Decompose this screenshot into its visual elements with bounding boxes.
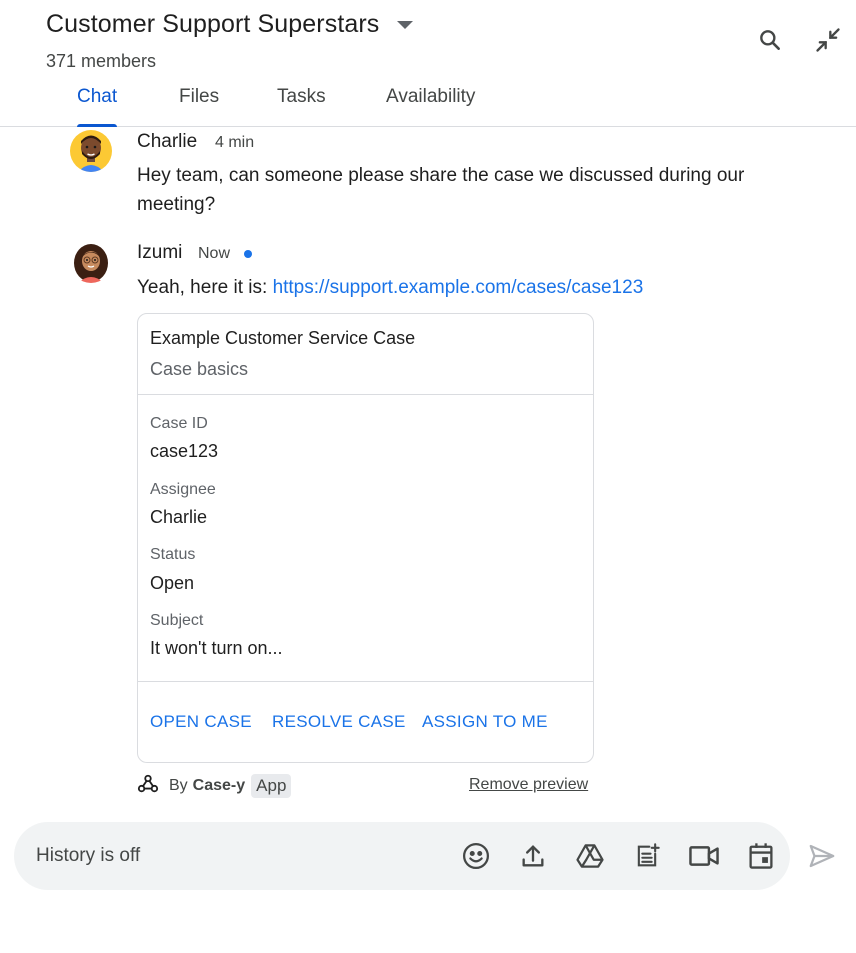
message-text: Yeah, here it is: https://support.exampl… [137, 273, 797, 302]
link-preview-card: Example Customer Service Case Case basic… [137, 313, 594, 763]
tab-label: Availability [386, 86, 476, 107]
room-title-row[interactable]: Customer Support Superstars [46, 10, 414, 39]
video-call-icon[interactable] [687, 839, 721, 873]
card-title: Example Customer Service Case [150, 328, 416, 348]
message-timestamp: 4 min [215, 134, 255, 151]
card-divider [138, 394, 593, 395]
open-case-button[interactable]: OPEN CASE [150, 712, 252, 732]
field-value-assignee: Charlie [150, 507, 208, 527]
app-attribution: By Case-y App [137, 773, 292, 800]
webhook-icon [137, 773, 159, 800]
field-value-case-id: case123 [150, 441, 219, 461]
room-title[interactable]: Customer Support Superstars [46, 10, 379, 39]
collapse-icon[interactable] [812, 24, 844, 56]
message-composer [14, 822, 790, 890]
tab-chat[interactable]: Chat [77, 86, 118, 127]
tab-files[interactable]: Files [179, 86, 219, 127]
field-value-subject: It won't turn on... [150, 638, 283, 658]
new-message-dot-icon [244, 250, 252, 258]
message-text: Hey team, can someone please share the c… [137, 165, 745, 215]
message-input[interactable] [36, 822, 436, 890]
drive-icon[interactable] [573, 839, 607, 873]
calendar-icon[interactable] [744, 839, 778, 873]
avatar[interactable] [70, 241, 112, 283]
tab-label: Chat [77, 86, 118, 107]
resolve-case-button[interactable]: RESOLVE CASE [272, 712, 406, 732]
member-count: 371 members [46, 51, 157, 71]
tab-availability[interactable]: Availability [386, 86, 475, 127]
avatar[interactable] [70, 130, 112, 172]
active-tab-indicator [77, 124, 118, 127]
tab-label: Files [179, 86, 220, 107]
send-icon[interactable] [805, 839, 839, 873]
message-timestamp: Now [198, 245, 231, 262]
search-icon[interactable] [754, 24, 786, 56]
room-header: Customer Support Superstars 371 members … [0, 0, 856, 127]
tab-bar: Chat Files Tasks Availability [0, 86, 856, 127]
message-text-prefix: Yeah, here it is: [137, 277, 273, 298]
upload-icon[interactable] [516, 839, 550, 873]
card-subtitle: Case basics [150, 359, 249, 379]
case-link[interactable]: https://support.example.com/cases/case12… [273, 277, 644, 298]
sender-name[interactable]: Izumi [137, 242, 182, 264]
field-label-status: Status [150, 546, 196, 563]
sender-name[interactable]: Charlie [137, 131, 197, 153]
attribution-by: By [169, 777, 188, 794]
field-value-status: Open [150, 573, 195, 593]
tab-label: Tasks [277, 86, 326, 107]
assign-to-me-button[interactable]: ASSIGN TO ME [422, 712, 548, 732]
field-label-assignee: Assignee [150, 481, 216, 498]
app-name[interactable]: Case-y [193, 777, 245, 795]
add-doc-icon[interactable] [630, 839, 664, 873]
field-label-subject: Subject [150, 612, 204, 629]
app-badge: App [251, 774, 292, 798]
remove-preview-link[interactable]: Remove preview [469, 776, 588, 794]
dropdown-caret-icon[interactable] [397, 20, 414, 29]
emoji-icon[interactable] [459, 839, 493, 873]
tab-tasks[interactable]: Tasks [277, 86, 326, 127]
field-label-case-id: Case ID [150, 415, 208, 432]
card-divider [138, 681, 593, 682]
